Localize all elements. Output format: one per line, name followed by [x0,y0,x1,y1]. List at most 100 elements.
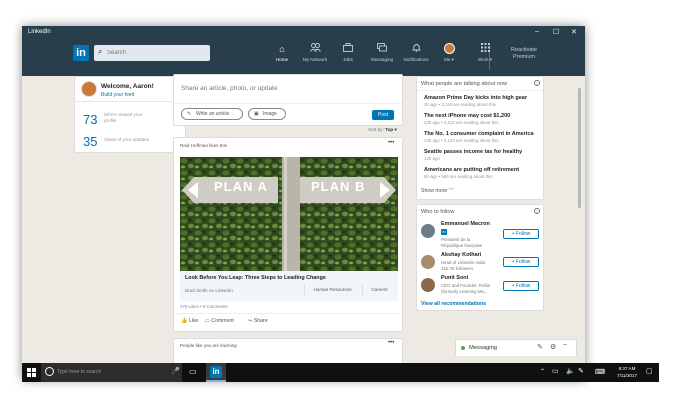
follow-name[interactable]: Akshay Kothari [441,252,481,258]
tag-careers[interactable]: Careers [362,285,396,295]
messaging-icon [365,43,399,55]
follow-button[interactable]: + Follow [503,281,539,291]
like-button[interactable]: 👍 Like [181,318,198,324]
linkedin-taskbar-icon: in [210,366,222,378]
minimize-button[interactable]: – [535,28,539,35]
sort-control[interactable]: Sort by: Top ▾ [368,127,397,133]
avatar[interactable] [421,278,435,292]
share-prompt[interactable]: Share an article, photo, or update [181,85,277,92]
follow-button[interactable]: + Follow [503,229,539,239]
news-title: Seattle passes income tax for healthy [424,149,523,155]
article-preview[interactable]: Look Before You Leap: Three Steps to Lea… [180,271,398,301]
follow-name[interactable]: Emmanuel Macron [441,221,490,227]
update-views-count[interactable]: 35 [83,134,97,149]
online-indicator [461,346,465,350]
follow-desc: Président de la [441,237,471,242]
comment-button[interactable]: ▭ Comment [205,318,234,324]
maximize-button[interactable]: ☐ [553,28,559,36]
avatar[interactable] [421,255,435,269]
taskbar-search-placeholder: Type here to search [57,369,102,375]
news-item[interactable]: The No. 1 consumer complaint in America … [424,131,534,143]
avatar[interactable] [421,224,435,238]
post-button[interactable]: Post [372,110,394,120]
profile-avatar[interactable] [81,81,97,97]
news-item[interactable]: Americans are putting off retirement 5h … [424,167,519,179]
info-icon[interactable]: i [534,80,540,86]
taskbar-linkedin-app[interactable]: in [206,363,226,382]
nav-notifications[interactable]: Notifications [399,43,433,73]
nav-messaging[interactable]: Messaging [365,43,399,73]
notification-center-icon[interactable]: ▢ [646,367,653,375]
keyboard-icon[interactable]: ⌨ [595,368,605,376]
news-item[interactable]: The next iPhone may cost $1,200 23h ago … [424,113,510,125]
taskbar-time: 9:37 AM [618,366,636,371]
linkedin-logo-icon[interactable]: in [73,45,89,61]
post-more-icon[interactable]: ••• [388,140,394,146]
build-feed-link[interactable]: Build your feed [101,92,134,98]
post-actions-divider [174,313,402,314]
news-item[interactable]: Amazon Prime Day kicks into high gear 3h… [424,95,527,107]
briefcase-icon [331,43,365,55]
linkedin-influencer-icon: in [441,229,447,235]
windows-start-icon[interactable] [27,368,36,379]
nav-my-network[interactable]: My Network [298,43,332,73]
network-tray-icon[interactable]: ▭ [552,367,559,375]
show-more-button[interactable]: Show more ﹀ [421,187,454,194]
tag-human-resources[interactable]: Human Resources [304,285,360,295]
microphone-icon[interactable]: 🎤 [171,367,180,375]
compose-icon[interactable]: ✎ [537,343,543,351]
close-button[interactable]: ✕ [571,28,577,36]
chevron-up-icon[interactable]: ⌃ [540,368,545,375]
view-all-recommendations-link[interactable]: View all recommendations [421,301,486,307]
image-button[interactable]: ▣ Image [248,108,286,120]
comment-label: Comment [211,318,234,324]
news-title: Amazon Prime Day kicks into high gear [424,95,528,101]
profile-views-label[interactable]: Who's viewed your profile [104,112,154,124]
nav-jobs-label: Jobs [343,57,353,62]
nav-jobs[interactable]: Jobs [331,43,365,73]
profile-views-count[interactable]: 73 [83,112,97,127]
post-image[interactable]: PLAN A PLAN B [180,157,398,271]
home-icon: ⌂ [279,44,285,54]
follow-desc: 115.7K followers [441,266,474,271]
learning-more-icon[interactable]: ••• [388,340,394,346]
scrollbar-thumb[interactable] [578,88,581,208]
minimize-chat-icon[interactable]: – [563,341,567,348]
write-article-button[interactable]: ✎ Write an article [181,108,243,120]
reactivate-premium-link[interactable]: Reactivate Premium [507,47,541,61]
pen-icon[interactable]: ✎ [578,367,584,375]
task-view-icon[interactable]: ▭ [189,367,197,376]
search-box[interactable]: ⌕ [94,45,210,61]
follow-name[interactable]: Punit Soni [441,275,468,281]
comment-icon: ▭ [205,318,210,324]
article-title[interactable]: Look Before You Leap: Three Steps to Lea… [185,275,326,281]
news-item[interactable]: Seattle passes income tax for healthy 12… [424,149,522,161]
chevron-down-icon: ﹀ [448,188,454,194]
news-meta: 23h ago • 2,212 are reading about this [424,120,499,125]
avatar [443,43,455,54]
taskbar-search[interactable]: Type here to search 🎤 [41,363,182,382]
nav-me[interactable]: Me ▾ [432,43,466,73]
gear-icon[interactable]: ⚙ [550,343,556,351]
scrollbar[interactable] [577,76,583,380]
news-meta: 12h ago [424,156,440,161]
share-button[interactable]: ↪ Share [248,318,268,324]
follow-button[interactable]: + Follow [503,257,539,267]
update-views-label[interactable]: Views of your updates [104,137,174,142]
nav-work[interactable]: Work ▾ [468,43,502,73]
post-counts[interactable]: 276 Likes • 8 Comments [180,304,228,309]
apps-grid-icon [468,43,502,55]
nav-home-label: Home [275,57,289,62]
search-input[interactable] [107,47,203,59]
follow-desc: République française [441,243,483,248]
follow-info-icon[interactable]: i [534,208,540,214]
messaging-bar[interactable]: Messaging ✎ ⚙ – [455,339,577,356]
news-meta: 5h ago • 569 are reading about this [424,174,493,179]
cortana-icon [45,367,54,376]
taskbar-clock[interactable]: 9:37 AM 7/11/2017 [612,365,642,379]
nav-home[interactable]: ⌂ Home [265,43,299,76]
sort-value: Top ▾ [385,127,397,132]
post-liker[interactable]: Reid Hoffman likes this [180,143,227,148]
sign-plan-a: PLAN A [214,179,268,194]
volume-icon[interactable]: 🔈 [566,367,575,375]
